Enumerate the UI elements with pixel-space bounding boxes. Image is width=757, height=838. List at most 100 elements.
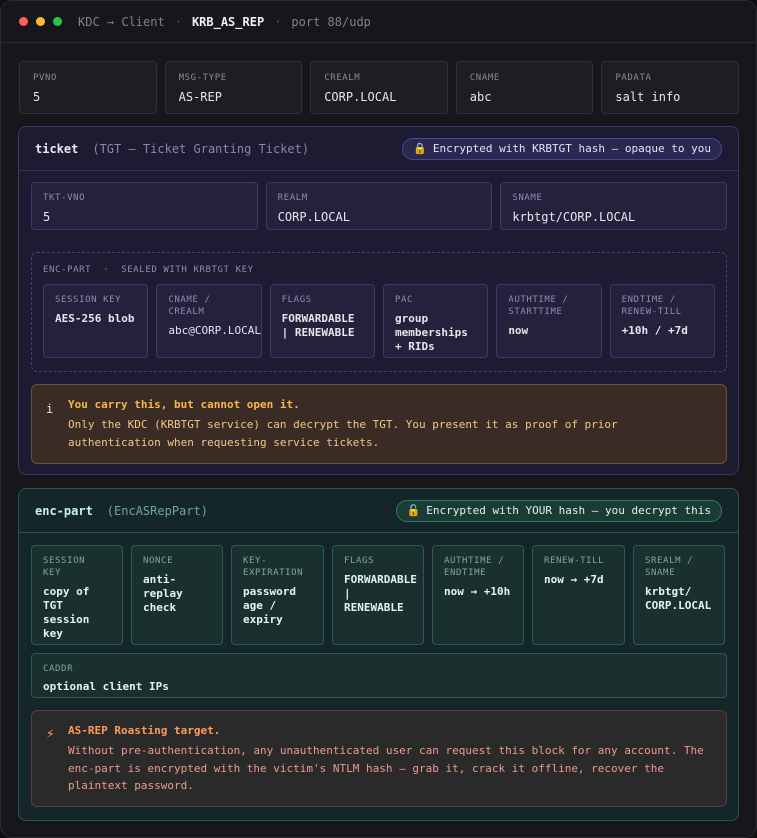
field-label: PADATA bbox=[615, 73, 652, 83]
field-label: CNAME bbox=[469, 73, 500, 83]
field-value: now → +10h bbox=[444, 585, 511, 598]
notice-title: AS-REP Roasting target. bbox=[68, 724, 221, 737]
enc-part-panel-header: enc-part (EncASRepPart) 🔓 Encrypted with… bbox=[19, 489, 738, 533]
field-srealm-sname: SREALM / SNAME krbtgt/ CORP.LOCAL bbox=[633, 545, 725, 645]
field-value: AES-256 blob bbox=[55, 312, 135, 325]
unlock-icon: 🔓 bbox=[406, 504, 421, 517]
enc-part-subtitle: (EncASRepPart) bbox=[106, 503, 208, 518]
field-label: CADDR bbox=[43, 664, 74, 674]
field-label: PAC bbox=[394, 295, 414, 305]
ticket-encryption-badge: 🔒 Encrypted with KRBTGT hash — opaque to… bbox=[402, 137, 722, 160]
field-authtime-endtime: AUTHTIME / ENDTIME now → +10h bbox=[432, 545, 524, 645]
field-value: copy of TGT session key bbox=[43, 585, 90, 640]
enc-part-fields: SESSION KEY copy of TGT session key NONC… bbox=[31, 545, 727, 645]
ticket-enc-part: ENC-PART · SEALED WITH KRBTGT KEY SESSIO… bbox=[31, 252, 727, 372]
notice-text: AS-REP Roasting target. Without pre-auth… bbox=[68, 724, 712, 806]
field-value: anti- replay check bbox=[143, 573, 183, 614]
title-separator: · bbox=[174, 14, 182, 29]
field-value: FORWARDABLE | RENEWABLE bbox=[281, 312, 355, 339]
field-label: TKT-VNO bbox=[43, 193, 86, 203]
field-value: abc@CORP.LOCAL bbox=[168, 324, 262, 337]
field-value: optional client IPs bbox=[43, 680, 169, 693]
title-message: KRB_AS_REP bbox=[191, 14, 265, 29]
field-label: SREALM / SNAME bbox=[645, 556, 694, 578]
enc-part-label: ENC-PART · SEALED WITH KRBTGT KEY bbox=[43, 265, 254, 275]
app-window: KDC → Client · KRB_AS_REP · port 88/udp … bbox=[0, 0, 757, 838]
maximize-window-button[interactable] bbox=[53, 17, 62, 26]
title-route: KDC → Client bbox=[78, 14, 165, 29]
field-value: 5 bbox=[43, 210, 51, 224]
field-endtime-renew-till: ENDTIME / RENEW-TILL +10h / +7d bbox=[609, 284, 715, 358]
field-label: RENEW-TILL bbox=[544, 556, 605, 566]
field-nonce: NONCE anti- replay check bbox=[131, 545, 223, 645]
field-authtime-starttime: AUTHTIME / STARTTIME now bbox=[496, 284, 602, 358]
lightning-icon: ⚡ bbox=[46, 726, 55, 742]
field-value: now → +7d bbox=[544, 573, 604, 586]
field-pac: PAC group memberships + RIDs bbox=[382, 284, 489, 358]
field-value: salt info bbox=[615, 90, 681, 104]
minimize-window-button[interactable] bbox=[36, 17, 45, 26]
field-cname-crealm: CNAME / CREALM abc@CORP.LOCAL bbox=[156, 284, 262, 358]
field-session-key: SESSION KEY copy of TGT session key bbox=[31, 545, 123, 645]
enc-part-fields: SESSION KEY AES-256 blob CNAME / CREALM … bbox=[43, 284, 715, 358]
ticket-subtitle: (TGT — Ticket Granting Ticket) bbox=[92, 141, 310, 156]
ticket-notice: i You carry this, but cannot open it. On… bbox=[31, 384, 727, 464]
field-sname: SNAME krbtgt/CORP.LOCAL bbox=[500, 182, 728, 230]
field-label: REALM bbox=[277, 193, 308, 203]
field-value: CORP.LOCAL bbox=[324, 90, 397, 104]
field-value: group memberships + RIDs bbox=[394, 312, 468, 353]
field-label: CREALM bbox=[324, 73, 361, 83]
field-flags: FLAGS FORWARDABLE | RENEWABLE bbox=[332, 545, 424, 645]
title-bar: KDC → Client · KRB_AS_REP · port 88/udp bbox=[1, 1, 756, 43]
field-caddr: CADDR optional client IPs bbox=[31, 653, 727, 698]
ticket-title: ticket bbox=[35, 141, 79, 156]
field-label: AUTHTIME / STARTTIME bbox=[508, 295, 569, 317]
field-value: password age / expiry bbox=[243, 585, 296, 626]
notice-title: You carry this, but cannot open it. bbox=[68, 398, 300, 411]
field-label: FLAGS bbox=[344, 556, 375, 566]
field-value: krbtgt/CORP.LOCAL bbox=[512, 210, 636, 224]
field-pvno: PVNO 5 bbox=[19, 61, 157, 114]
field-label: SNAME bbox=[512, 193, 543, 203]
ticket-panel: ticket (TGT — Ticket Granting Ticket) 🔒 … bbox=[18, 126, 739, 475]
field-tkt-vno: TKT-VNO 5 bbox=[31, 182, 258, 230]
title-port: port 88/udp bbox=[291, 14, 371, 29]
notice-body: Without pre-authentication, any unauthen… bbox=[68, 744, 704, 792]
badge-text: Encrypted with KRBTGT hash — opaque to y… bbox=[432, 142, 711, 155]
field-renew-till: RENEW-TILL now → +7d bbox=[532, 545, 625, 645]
field-session-key: SESSION KEY AES-256 blob bbox=[43, 284, 149, 358]
field-key-expiration: KEY- EXPIRATION password age / expiry bbox=[231, 545, 324, 645]
field-label: AUTHTIME / ENDTIME bbox=[444, 556, 505, 578]
enc-part-encryption-badge: 🔓 Encrypted with YOUR hash — you decrypt… bbox=[395, 499, 722, 522]
field-label: SESSION KEY bbox=[43, 556, 86, 578]
field-value: FORWARDABLE | RENEWABLE bbox=[344, 573, 417, 614]
asrep-roasting-notice: ⚡ AS-REP Roasting target. Without pre-au… bbox=[31, 710, 727, 807]
field-crealm: CREALM CORP.LOCAL bbox=[310, 61, 448, 114]
field-value: now bbox=[508, 324, 529, 337]
field-value: krbtgt/ CORP.LOCAL bbox=[645, 585, 712, 612]
lock-icon: 🔒 bbox=[413, 142, 427, 155]
field-value: 5 bbox=[33, 90, 41, 104]
field-label: NONCE bbox=[143, 556, 174, 566]
ticket-panel-header: ticket (TGT — Ticket Granting Ticket) 🔒 … bbox=[19, 127, 738, 171]
info-icon: i bbox=[46, 402, 54, 416]
notice-text: You carry this, but cannot open it. Only… bbox=[68, 398, 712, 463]
field-value: CORP.LOCAL bbox=[277, 210, 350, 224]
field-label: SESSION KEY bbox=[55, 295, 122, 305]
field-label: KEY- EXPIRATION bbox=[243, 556, 304, 578]
enc-part-panel: enc-part (EncASRepPart) 🔓 Encrypted with… bbox=[18, 488, 739, 821]
header-fields: PVNO 5 MSG-TYPE AS-REP CREALM CORP.LOCAL… bbox=[19, 61, 739, 114]
enc-part-title: enc-part bbox=[35, 503, 93, 518]
field-label: PVNO bbox=[33, 73, 58, 83]
field-msg-type: MSG-TYPE AS-REP bbox=[164, 61, 303, 114]
field-value: AS-REP bbox=[178, 90, 222, 104]
main-content: PVNO 5 MSG-TYPE AS-REP CREALM CORP.LOCAL… bbox=[1, 43, 756, 821]
field-label: CNAME / CREALM bbox=[168, 295, 211, 317]
field-cname: CNAME abc bbox=[455, 61, 594, 114]
close-window-button[interactable] bbox=[19, 17, 28, 26]
ticket-fields: TKT-VNO 5 REALM CORP.LOCAL SNAME krbtgt/… bbox=[31, 182, 728, 230]
notice-body: Only the KDC (KRBTGT service) can decryp… bbox=[68, 418, 618, 449]
field-label: MSG-TYPE bbox=[178, 73, 227, 83]
field-value: abc bbox=[469, 90, 492, 104]
field-label: ENDTIME / RENEW-TILL bbox=[621, 295, 682, 317]
